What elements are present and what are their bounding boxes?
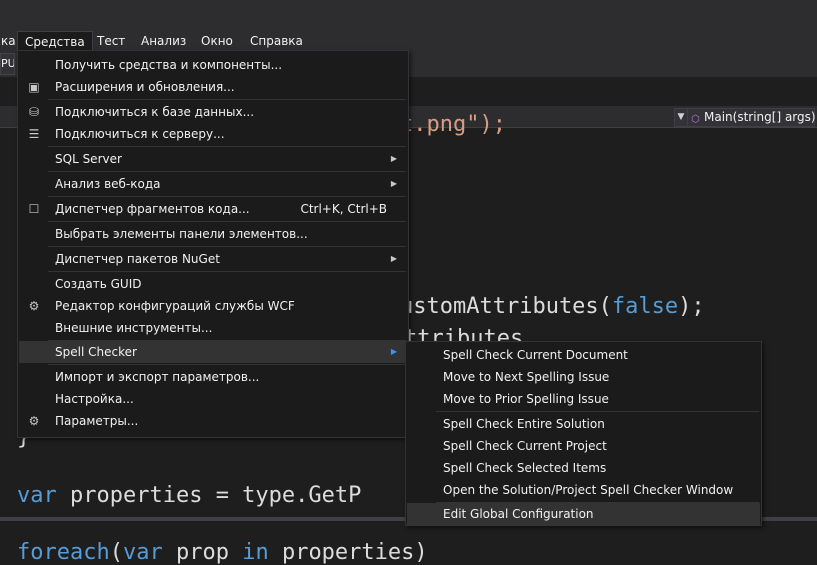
code-line-6: foreach(var prop in properties) [17, 540, 428, 565]
menu-help[interactable]: Справка [243, 31, 310, 51]
platform-combo[interactable]: PU [0, 53, 15, 75]
snippet-manager-icon: ☐ [28, 202, 40, 216]
member-dropdown[interactable]: ⬡ Main(string[] args) [687, 108, 816, 127]
code-string: t.png"); [400, 112, 506, 137]
chevron-down-icon[interactable]: ▼ [674, 108, 688, 127]
code-line-5: var properties = type.GetP [17, 483, 361, 508]
menu-item-wcf-editor[interactable]: ⚙ Редактор конфигураций службы WCF [19, 295, 407, 317]
menu-separator [48, 221, 406, 222]
menu-item-connect-server[interactable]: ☰ Подключиться к серверу... [19, 123, 407, 145]
submenu-item-next-issue[interactable]: Move to Next Spelling Issue [407, 366, 760, 388]
code-text: ); [678, 294, 705, 319]
menu-item-snippet-manager[interactable]: ☐ Диспетчер фрагментов кода... Ctrl+K, Ctr… [19, 198, 407, 220]
submenu-item-open-window[interactable]: Open the Solution/Project Spell Checker … [407, 479, 760, 501]
server-connect-icon: ☰ [28, 127, 40, 141]
menu-item-sql-server[interactable]: SQL Server ▶ [19, 148, 407, 170]
member-dropdown-label: Main(string[] args) [704, 110, 816, 124]
code-line-1: t.png"); [400, 112, 506, 137]
gear-icon: ⚙ [28, 414, 40, 428]
extensions-icon: ▣ [28, 80, 40, 94]
menu-item-customize[interactable]: Настройка... [19, 388, 407, 410]
code-text: ustomAttributes( [400, 294, 612, 319]
menu-separator [48, 196, 406, 197]
submenu-item-check-solution[interactable]: Spell Check Entire Solution [407, 413, 760, 435]
menu-item-choose-toolbox[interactable]: Выбрать элементы панели элементов... [19, 223, 407, 245]
menu-item-connect-db[interactable]: ⛁ Подключиться к базе данных... [19, 101, 407, 123]
menu-item-extensions[interactable]: ▣ Расширения и обновления... [19, 76, 407, 98]
code-keyword: false [611, 294, 679, 319]
submenu-item-check-project[interactable]: Spell Check Current Project [407, 435, 760, 457]
submenu-arrow-icon: ▶ [390, 254, 397, 263]
method-icon: ⬡ [691, 114, 700, 125]
menu-item-nuget[interactable]: Диспетчер пакетов NuGet ▶ [19, 248, 407, 270]
menu-item-create-guid[interactable]: Создать GUID [19, 273, 407, 295]
menu-item-web-code-analysis[interactable]: Анализ веб-кода ▶ [19, 173, 407, 195]
database-connect-icon: ⛁ [28, 105, 40, 119]
menu-test[interactable]: Тест [90, 31, 132, 51]
submenu-arrow-icon: ▶ [390, 154, 397, 163]
menu-analysis[interactable]: Анализ [134, 31, 193, 51]
submenu-item-edit-global-config[interactable]: Edit Global Configuration [407, 503, 760, 525]
menu-separator [48, 271, 406, 272]
submenu-item-check-document[interactable]: Spell Check Current Document [407, 344, 760, 366]
menu-separator [48, 146, 406, 147]
submenu-item-check-selected[interactable]: Spell Check Selected Items [407, 457, 760, 479]
code-text: properties = type.GetP [56, 483, 362, 508]
title-strip [0, 0, 817, 31]
menu-separator [48, 246, 406, 247]
submenu-arrow-icon: ▶ [390, 179, 397, 188]
menu-tools[interactable]: Средства [17, 31, 93, 51]
submenu-arrow-icon: ▶ [390, 347, 397, 356]
menu-item-spell-checker[interactable]: Spell Checker ▶ [19, 341, 407, 363]
submenu-item-prior-issue[interactable]: Move to Prior Spelling Issue [407, 388, 760, 410]
menu-item-get-tools[interactable]: Получить средства и компоненты... [19, 54, 407, 76]
menu-item-external-tools[interactable]: Внешние инструменты... [19, 317, 407, 339]
wcf-config-icon: ⚙ [28, 299, 40, 313]
tools-menu: Получить средства и компоненты... ▣ Расши… [17, 50, 409, 438]
menu-separator [48, 171, 406, 172]
menu-item-options[interactable]: ⚙ Параметры... [19, 410, 407, 432]
code-keyword: var [17, 483, 57, 508]
menu-separator [48, 364, 406, 365]
menu-shortcut: Ctrl+K, Ctrl+B [300, 202, 387, 216]
menu-separator [436, 411, 759, 412]
code-line-2: ustomAttributes(false); [400, 294, 705, 319]
menu-item-import-export[interactable]: Импорт и экспорт параметров... [19, 366, 407, 388]
menu-bar: ка Средства Тест Анализ Окно Справка [0, 31, 817, 51]
menu-separator [48, 99, 406, 100]
spell-checker-submenu: Spell Check Current Document Move to Nex… [405, 341, 762, 526]
menu-window[interactable]: Окно [194, 31, 240, 51]
